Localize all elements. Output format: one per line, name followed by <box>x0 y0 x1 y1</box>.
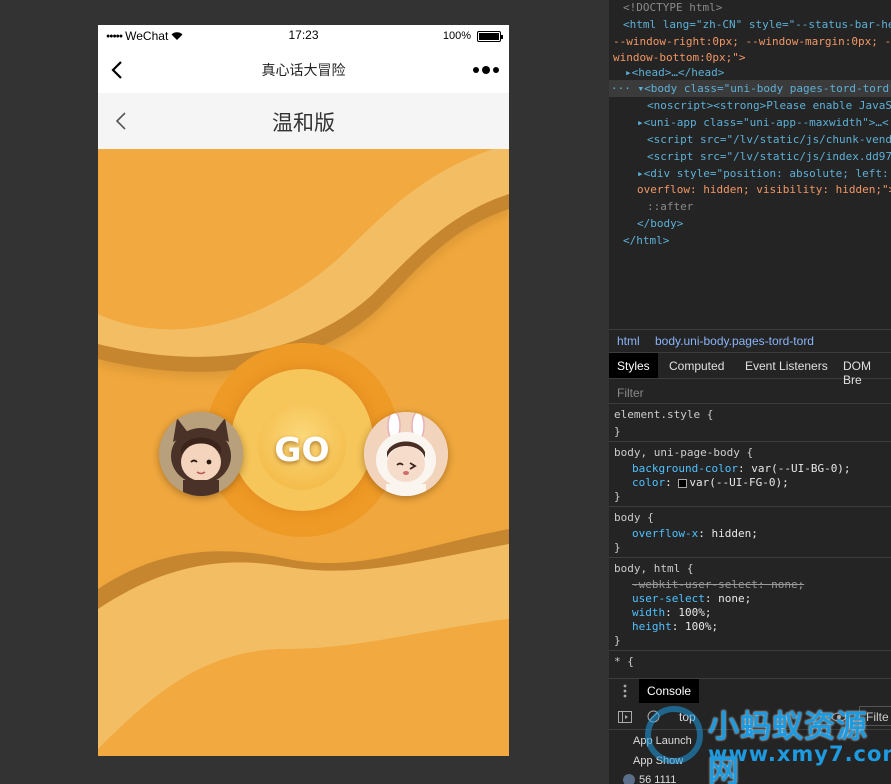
rule-separator <box>609 441 891 442</box>
dom-line[interactable]: <!DOCTYPE html> <box>623 0 722 16</box>
go-button-label[interactable]: GO <box>258 430 346 469</box>
tab-computed[interactable]: Computed <box>669 359 724 373</box>
color-swatch-icon[interactable] <box>678 478 688 488</box>
dom-line[interactable]: <script src="/lv/static/js/index.dd97 <box>647 148 891 165</box>
nav-title: 真心话大冒险 <box>261 62 346 78</box>
breadcrumb: html body.uni-body.pages-tord-tord <box>609 329 891 353</box>
bunny-girl-avatar-icon <box>364 412 448 496</box>
status-bar: ●●●●● WeChat 17:23 100% <box>98 25 509 47</box>
console-message-text: 56 1111 <box>639 774 677 784</box>
tab-console[interactable]: Console <box>639 679 700 703</box>
styles-filter-input[interactable]: Filter <box>617 386 644 400</box>
css-brace: } <box>614 425 621 438</box>
css-selector[interactable]: element.style { <box>614 406 713 423</box>
tab-dom-breakpoints[interactable]: DOM Bre <box>843 359 891 387</box>
rule-separator <box>609 506 891 507</box>
css-selector[interactable]: body { <box>614 509 654 526</box>
dom-line[interactable]: <script src="/lv/static/js/chunk-vend <box>647 131 891 148</box>
battery-icon <box>477 30 503 42</box>
dom-line[interactable]: ▸<div style="position: absolute; left: <box>637 165 889 182</box>
tab-event-listeners[interactable]: Event Listeners <box>745 359 828 373</box>
rule-separator <box>609 403 891 404</box>
css-brace: } <box>614 541 621 554</box>
breadcrumb-html[interactable]: html <box>617 334 640 348</box>
player-avatar-left <box>159 412 243 496</box>
dom-line[interactable]: </html> <box>623 232 669 249</box>
page-title: 温和版 <box>272 112 335 135</box>
css-selector[interactable]: body, html { <box>614 560 693 577</box>
css-brace: } <box>614 634 621 647</box>
breadcrumb-body[interactable]: body.uni-body.pages-tord-tord <box>655 334 814 348</box>
more-menu-icon[interactable] <box>473 66 499 74</box>
dom-line[interactable]: ▸<head>…</head> <box>625 64 724 81</box>
dom-line-selected[interactable]: ··· ▾<body class="uni-body pages-tord-to… <box>611 80 891 97</box>
css-selector[interactable]: body, uni-page-body { <box>614 444 753 461</box>
phone-simulator: ●●●●● WeChat 17:23 100% 真心话大冒险 温和版 GO <box>98 25 509 756</box>
dom-line[interactable]: <html lang="zh-CN" style="--status-bar-h… <box>623 16 891 33</box>
console-message: 56 1111 <box>623 774 676 784</box>
css-property[interactable]: height: 100%; <box>632 618 718 635</box>
dom-line[interactable]: </body> <box>637 215 683 232</box>
game-area: GO <box>98 149 509 756</box>
drawer-menu-icon[interactable] <box>622 684 628 698</box>
devtools-panel: <!DOCTYPE html> <html lang="zh-CN" style… <box>609 0 891 784</box>
info-badge-icon <box>623 774 635 784</box>
rule-separator <box>609 557 891 558</box>
watermark-url: www.xmy7.com <box>708 742 891 766</box>
player-avatar-right <box>364 412 448 496</box>
css-selector[interactable]: * { <box>614 653 634 670</box>
css-property[interactable]: color: var(--UI-FG-0); <box>632 474 789 491</box>
dom-line[interactable]: --window-right:0px; --window-margin:0px;… <box>613 33 891 50</box>
css-property[interactable]: overflow-x: hidden; <box>632 525 758 542</box>
css-brace: } <box>614 490 621 503</box>
watermark-logo-icon <box>645 706 703 764</box>
dom-line[interactable]: overflow: hidden; visibility: hidden;"> <box>637 181 891 198</box>
rule-separator <box>609 650 891 651</box>
tab-styles[interactable]: Styles <box>609 353 658 378</box>
dom-line[interactable]: ▸<uni-app class="uni-app--maxwidth">…< <box>637 114 889 131</box>
page-header: 温和版 <box>98 93 509 149</box>
dom-line[interactable]: ::after <box>647 198 693 215</box>
battery-group: 100% <box>442 30 503 42</box>
styles-tab-bar: Styles Computed Event Listeners DOM Bre <box>609 353 891 387</box>
cat-girl-avatar-icon <box>159 412 243 496</box>
nav-bar: 真心话大冒险 <box>98 47 509 93</box>
sidebar-toggle-icon[interactable] <box>618 711 632 723</box>
dom-line[interactable]: <noscript><strong>Please enable JavaS <box>647 97 891 114</box>
battery-percent: 100% <box>442 30 471 42</box>
